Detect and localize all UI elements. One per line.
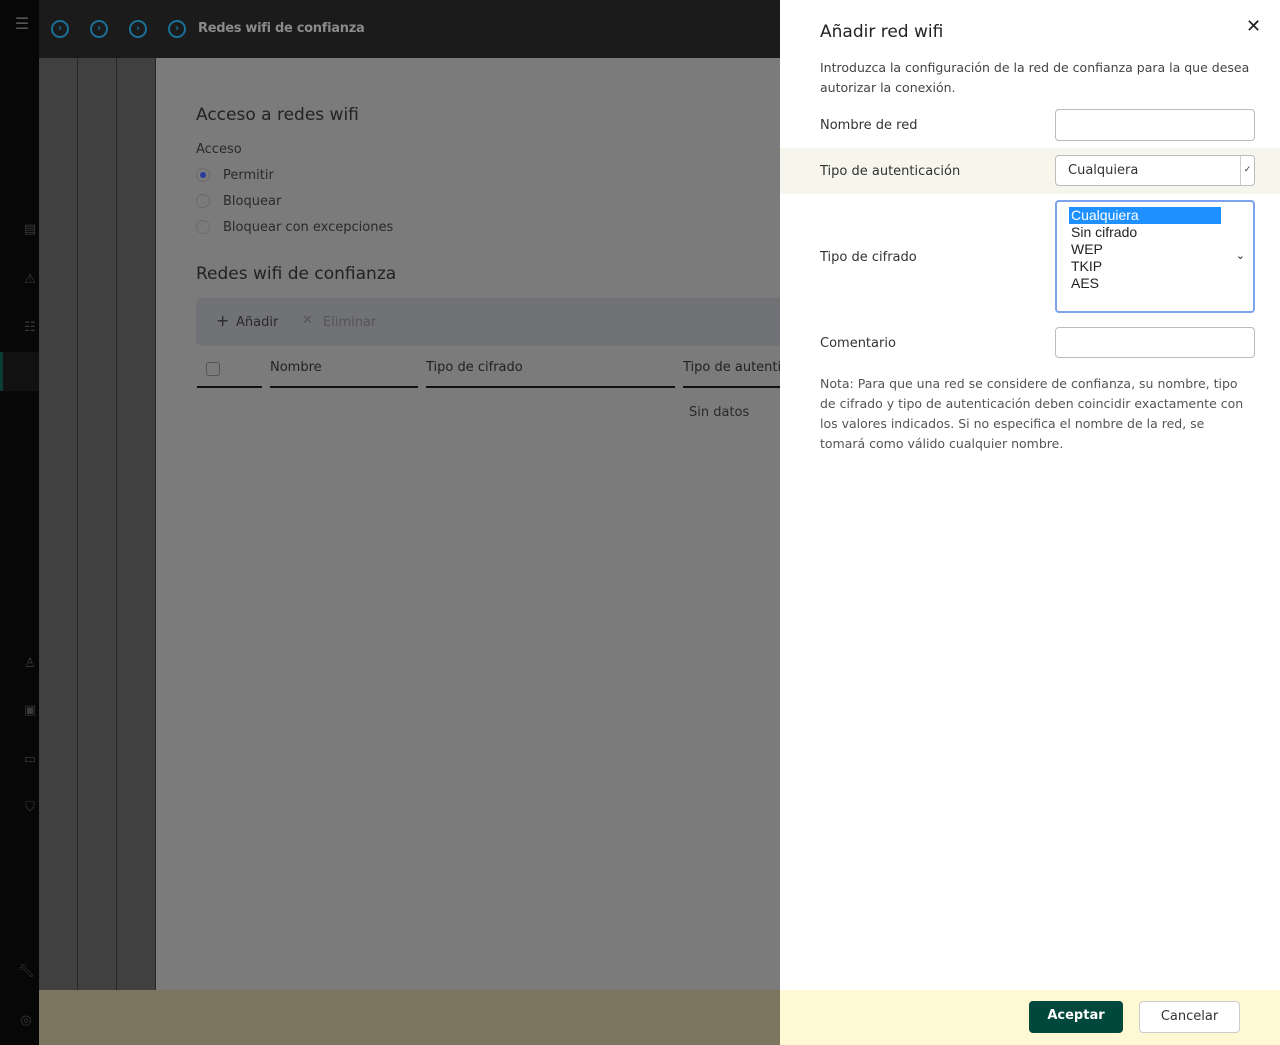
network-name-input[interactable] [1055,109,1255,141]
cipher-option[interactable]: WEP [1069,241,1253,258]
radio-bloquear-excepciones[interactable] [196,220,210,234]
auth-select[interactable]: Cualquiera ✓ [1055,155,1255,186]
column-header[interactable]: Tipo de cifrado [426,360,675,388]
breadcrumb-chevron-icon[interactable]: › [168,20,186,38]
radio-label: Permitir [223,168,274,183]
trusted-title: Redes wifi de confianza [196,264,397,284]
table-toolbar: + Añadir ✕ Eliminar [196,298,780,346]
section-title: Acceso a redes wifi [196,105,359,125]
breadcrumb-chevron-icon[interactable]: › [90,20,108,38]
cipher-option[interactable]: Cualquiera [1069,207,1221,224]
top-bar: › › › › [39,0,780,58]
empty-text: Sin datos [689,405,750,420]
access-label: Acceso [196,142,242,157]
tree-icon[interactable]: ☷ [22,320,38,336]
radio-label: Bloquear con excepciones [223,220,394,235]
auth-label: Tipo de autenticación [820,164,961,179]
cipher-label: Tipo de cifrado [820,250,917,265]
radio-permitir[interactable] [196,168,210,182]
account-icon[interactable]: ◎ [18,1013,34,1029]
radio-label: Bloquear [223,194,282,209]
add-wifi-dialog: Añadir red wifi ✕ Introduzca la configur… [780,0,1280,1045]
cipher-option[interactable]: AES [1069,275,1253,292]
chevron-down-icon: ⌄ [1235,250,1245,262]
footer-dimmed [39,990,780,1045]
select-all-checkbox[interactable] [206,362,220,376]
dialog-description: Introduzca la configuración de la red de… [820,60,1250,95]
breadcrumb-chevron-icon[interactable]: › [129,20,147,38]
breadcrumb-chevron-icon[interactable]: › [51,20,69,38]
dialog-title: Añadir red wifi [820,22,944,42]
cipher-listbox[interactable]: Cualquiera Sin cifrado WEP TKIP AES ⌄ [1055,200,1255,313]
delete-button[interactable]: Eliminar [323,315,376,330]
list-icon[interactable]: ▤ [22,222,38,238]
cipher-option[interactable]: Sin cifrado [1069,224,1253,241]
plus-icon: + [216,311,230,330]
settings-list-icon[interactable]: ▣ [22,703,38,719]
column-header[interactable]: Tipo de autenti [683,360,780,388]
radio-bloquear[interactable] [196,194,210,208]
close-icon: ✕ [302,313,313,328]
accept-button[interactable]: Aceptar [1029,1001,1123,1033]
add-button[interactable]: Añadir [236,315,278,330]
cipher-option[interactable]: TKIP [1069,258,1253,275]
warning-icon[interactable]: ⚠ [22,272,38,288]
select-all-header [197,360,262,388]
cancel-button[interactable]: Cancelar [1139,1001,1240,1033]
user-icon[interactable]: ♙ [22,656,38,672]
comment-label: Comentario [820,336,896,351]
comment-input[interactable] [1055,327,1255,358]
sidebar-item-active[interactable] [0,352,39,391]
sidebar: ☰ ▤ ⚠ ☷ ♙ ▣ ▭ ⛉ 🔧︎ ◎ [0,0,39,1045]
menu-icon[interactable]: ☰ [14,16,30,32]
monitor-icon[interactable]: ▭ [22,752,38,768]
auth-value: Cualquiera [1068,163,1139,178]
network-name-label: Nombre de red [820,118,918,133]
close-icon[interactable]: ✕ [1246,16,1261,37]
page-title: Redes wifi de confianza [198,21,365,36]
panel-column [78,58,117,990]
chevron-down-icon: ✓ [1240,156,1254,185]
wrench-icon[interactable]: 🔧︎ [18,964,35,980]
note-text: Nota: Para que una red se considere de c… [820,376,1244,451]
column-header[interactable]: Nombre [270,360,418,388]
panel-column [39,58,78,990]
basket-icon[interactable]: ⛉ [22,800,38,816]
panel-column [117,58,156,990]
